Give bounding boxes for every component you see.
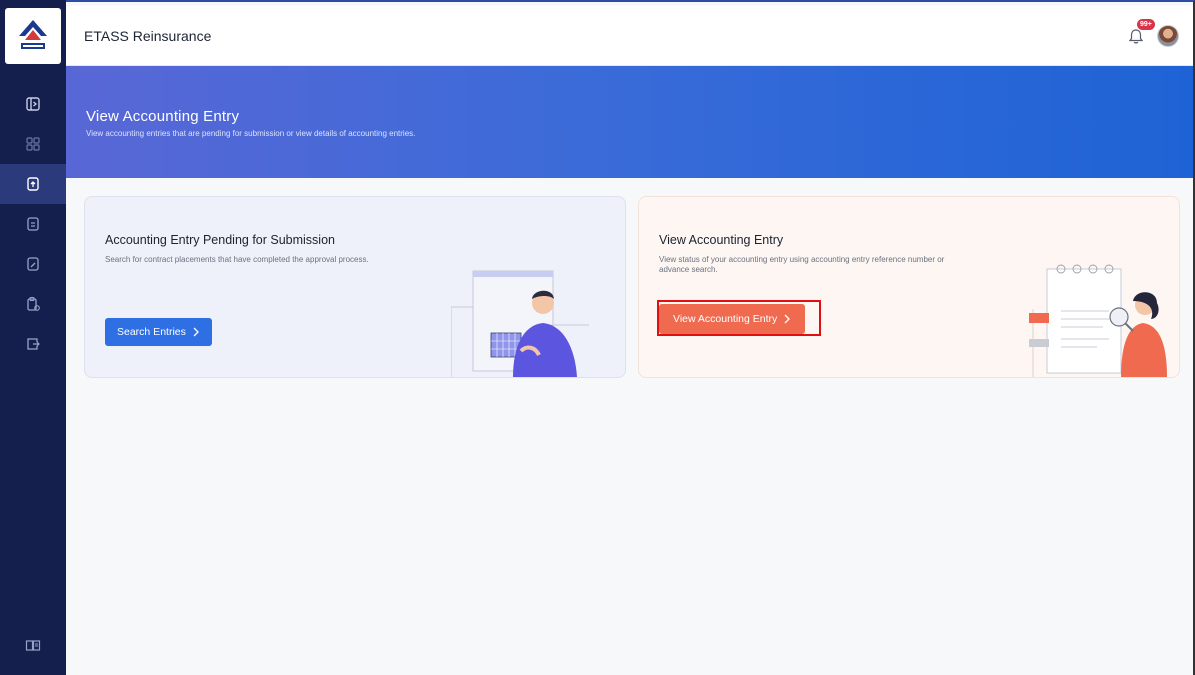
- view-accounting-entry-label: View Accounting Entry: [673, 313, 778, 325]
- export-icon: [27, 338, 40, 350]
- document-upload-icon: [27, 177, 39, 191]
- sidebar-item-toggle[interactable]: [0, 84, 66, 124]
- pending-card-description: Search for contract placements that have…: [105, 255, 369, 264]
- view-card-title: View Accounting Entry: [659, 233, 784, 247]
- notification-badge: 99+: [1137, 18, 1155, 30]
- chevron-right-icon: [784, 314, 791, 324]
- dashboard-grid-icon: [26, 137, 40, 151]
- page-banner: View Accounting Entry View accounting en…: [66, 66, 1193, 178]
- document-list-icon: [27, 217, 39, 231]
- view-card-description: View status of your accounting entry usi…: [659, 255, 945, 274]
- company-logo[interactable]: [5, 8, 61, 64]
- user-avatar[interactable]: [1157, 24, 1179, 47]
- calendar-person-illustration: [451, 270, 589, 377]
- view-accounting-entry-card: View Accounting Entry View status of you…: [638, 196, 1180, 378]
- clipboard-settings-icon: [27, 296, 40, 311]
- sidebar-item-export[interactable]: [0, 324, 66, 364]
- search-entries-button[interactable]: Search Entries: [105, 318, 212, 346]
- app-title: ETASS Reinsurance: [84, 27, 212, 44]
- sidebar-item-edit[interactable]: [0, 244, 66, 284]
- panel-toggle-icon: [26, 97, 40, 111]
- pending-submission-card: Accounting Entry Pending for Submission …: [84, 196, 626, 378]
- sidebar-item-settings[interactable]: [0, 284, 66, 324]
- page-subtitle: View accounting entries that are pending…: [86, 129, 416, 138]
- document-review-illustration: [1029, 264, 1167, 377]
- notifications-button[interactable]: 99+: [1127, 18, 1155, 47]
- page-title: View Accounting Entry: [86, 108, 240, 125]
- bell-icon: [1128, 28, 1144, 43]
- view-accounting-entry-button[interactable]: View Accounting Entry: [659, 304, 806, 334]
- book-icon: [25, 640, 41, 651]
- document-edit-icon: [27, 257, 39, 271]
- sidebar-item-dashboard[interactable]: [0, 124, 66, 164]
- chevron-right-icon: [193, 327, 199, 337]
- pending-card-title: Accounting Entry Pending for Submission: [105, 233, 335, 247]
- search-entries-label: Search Entries: [117, 326, 186, 338]
- sidebar-item-documents[interactable]: [0, 204, 66, 244]
- sidebar: [0, 0, 66, 675]
- sidebar-item-guide[interactable]: [0, 625, 66, 665]
- top-bar: ETASS Reinsurance 99+: [66, 6, 1193, 66]
- top-bar-actions: 99+: [1127, 18, 1193, 47]
- sidebar-item-accounting-entry[interactable]: [0, 164, 66, 204]
